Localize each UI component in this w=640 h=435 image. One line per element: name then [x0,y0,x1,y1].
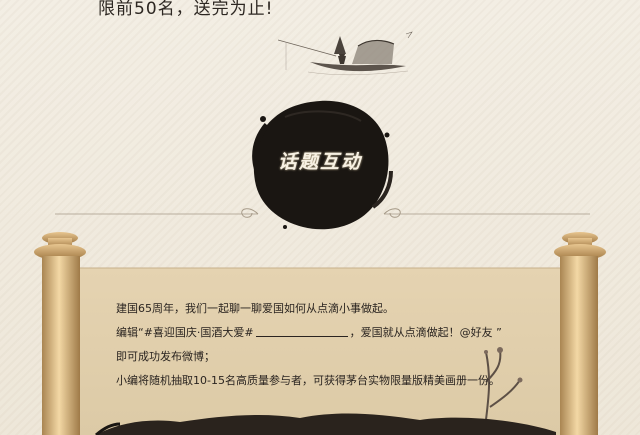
content-line-4: 小编将随机抽取10-15名高质量参与者，可获得茅台实物限量版精美画册一份。 [116,374,500,387]
section-divider [55,208,590,218]
topic-description: 建国65周年，我们一起聊一聊爱国如何从点滴小事做起。 编辑“#喜迎国庆·国酒大爱… [116,297,556,393]
limit-notice: 限前50名，送完为止! [98,0,274,19]
fishing-boat-icon [278,31,413,76]
badge-title: 话题互动 [277,151,362,173]
fill-blank [255,324,348,337]
page-background: 限前50名，送完为止! 话题互动 建国65周年，我们一起聊一聊爱国如何从点滴小事… [0,0,640,435]
content-line-2-prefix: 编辑“#喜迎国庆·国酒大爱# [116,326,254,339]
content-line-2-suffix: ，爱国就从点滴做起！@好友 ” [349,326,502,339]
content-line-1: 建国65周年，我们一起聊一聊爱国如何从点滴小事做起。 [116,302,394,315]
content-line-2: 编辑“#喜迎国庆·国酒大爱# ，爱国就从点滴做起！@好友 ” [116,321,556,345]
content-line-3: 即可成功发布微博； [116,350,215,363]
